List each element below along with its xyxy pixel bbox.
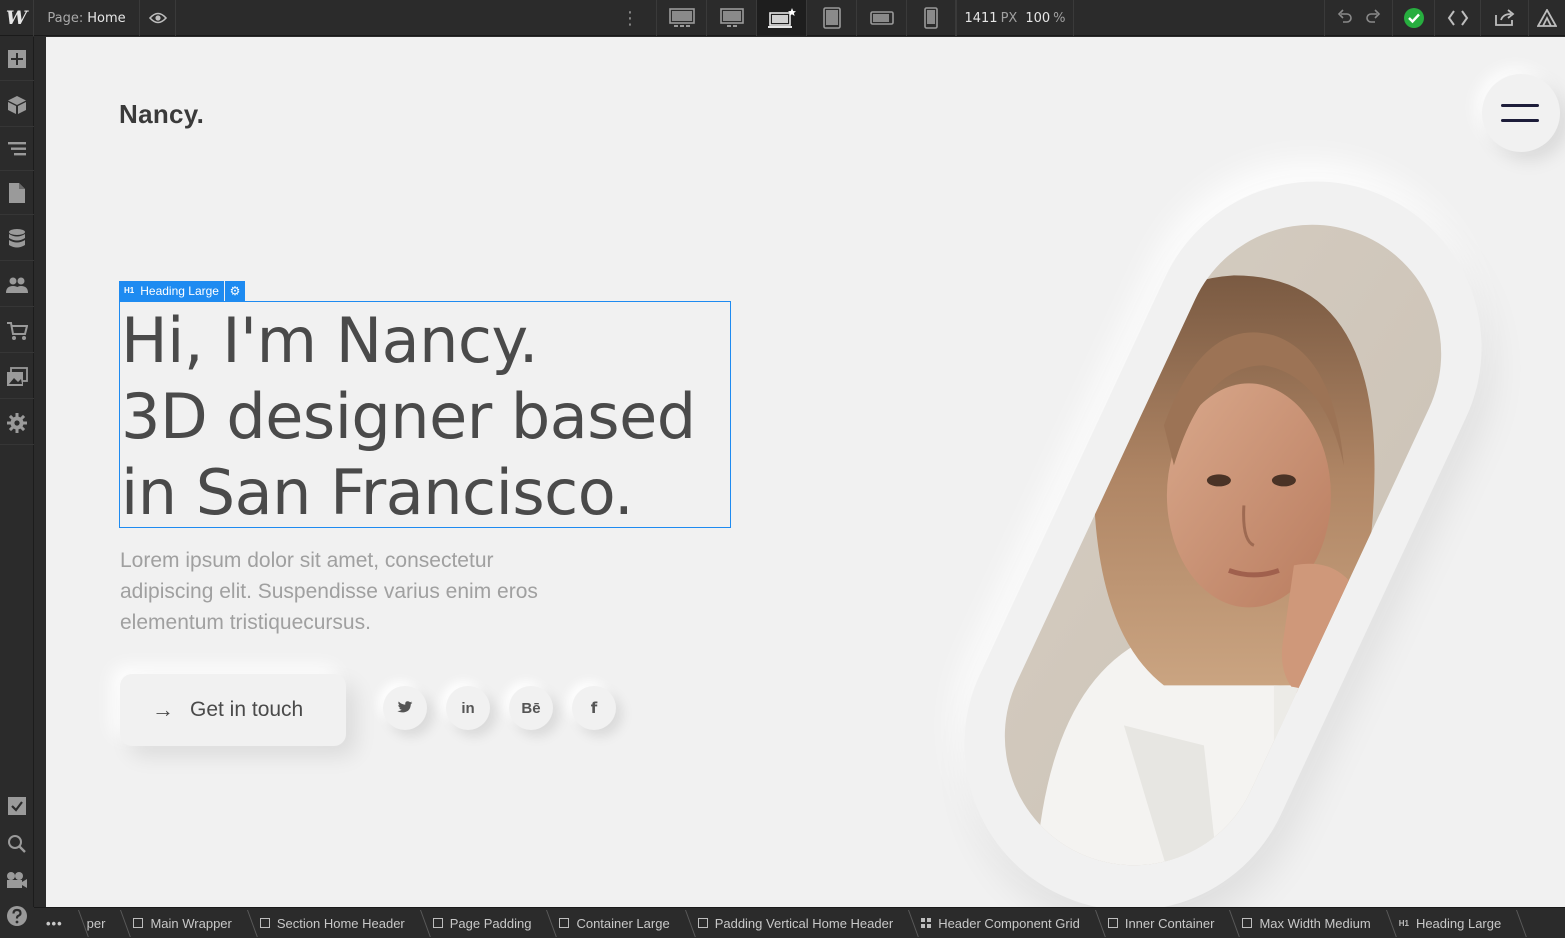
twitter-icon[interactable] <box>383 686 427 730</box>
components-icon[interactable] <box>0 83 34 127</box>
div-block-icon <box>559 918 570 928</box>
div-block-icon <box>432 918 443 928</box>
width-unit: PX <box>1000 10 1018 26</box>
hamburger-menu-button[interactable] <box>1482 74 1560 152</box>
designer-toolbar: W Page: Home ⋮ 1411 PX 100 % <box>0 0 1565 36</box>
width-value: 1411 <box>964 10 998 26</box>
selection-label: H1 Heading Large <box>119 281 224 301</box>
heading-line: in San Francisco. <box>121 456 634 529</box>
breadcrumb-item[interactable]: Header Component Grid <box>909 908 1096 938</box>
heading-line: 3D designer based <box>121 380 696 453</box>
users-icon[interactable] <box>0 263 34 307</box>
breadcrumb-item[interactable]: Main Wrapper <box>121 908 247 938</box>
breadcrumb-more-button[interactable]: ••• <box>34 908 79 938</box>
heading-h1-icon: H1 <box>1398 918 1409 928</box>
arrow-right-icon: → <box>152 697 174 722</box>
facebook-icon[interactable]: f <box>572 686 616 730</box>
breadcrumb-item[interactable]: Container Large <box>547 908 685 938</box>
pages-icon[interactable] <box>0 171 34 215</box>
canvas-gutter <box>34 37 46 907</box>
breadcrumb-item[interactable]: Max Width Medium <box>1230 908 1386 938</box>
design-canvas[interactable]: Nancy. H1 Heading Large ⚙ Hi, I'm Nancy.… <box>46 37 1565 907</box>
menu-line-icon <box>1501 104 1539 107</box>
mobile-landscape-icon[interactable] <box>856 0 906 36</box>
help-icon[interactable] <box>0 897 34 935</box>
page-selector[interactable]: Page: Home <box>34 0 140 36</box>
preview-eye-icon[interactable] <box>140 0 176 36</box>
breadcrumb-item[interactable]: Page Padding <box>421 908 548 938</box>
desktop-base-icon[interactable] <box>756 0 806 36</box>
cta-label: Get in touch <box>190 698 304 721</box>
breadcrumb-item[interactable]: per <box>79 908 122 938</box>
breadcrumb-label: Padding Vertical Home Header <box>714 915 894 931</box>
more-options-icon[interactable]: ⋮ <box>612 0 648 36</box>
element-breadcrumb: ••• per Main Wrapper Section Home Header… <box>34 907 1565 938</box>
desktop-large-icon[interactable] <box>656 0 706 36</box>
selection-class-name: Heading Large <box>140 284 219 298</box>
div-block-icon <box>697 918 708 928</box>
cms-icon[interactable] <box>0 217 34 261</box>
webflow-logo[interactable]: W <box>0 0 34 36</box>
breadcrumb-label: Page Padding <box>449 915 532 931</box>
breadcrumb-label: Container Large <box>576 915 670 931</box>
mobile-portrait-icon[interactable] <box>906 0 956 36</box>
h1-tag: H1 <box>124 286 135 295</box>
breadcrumb-label: Section Home Header <box>276 915 405 931</box>
div-block-icon <box>133 918 144 928</box>
zoom-value: 100 <box>1025 10 1051 26</box>
breadcrumb-label: Inner Container <box>1124 915 1215 931</box>
behance-icon[interactable]: Bē <box>509 686 553 730</box>
undo-redo-group <box>1324 0 1392 36</box>
settings-icon[interactable] <box>0 401 34 445</box>
grid-icon <box>921 918 932 928</box>
breadcrumb-label: Heading Large <box>1415 915 1502 931</box>
designer-mode-icon[interactable] <box>1528 0 1565 36</box>
add-icon[interactable] <box>0 37 34 81</box>
div-block-icon <box>1107 918 1118 928</box>
element-settings-icon[interactable]: ⚙ <box>224 281 245 301</box>
heading-line: Hi, I'm Nancy. <box>121 304 539 377</box>
tablet-icon[interactable] <box>806 0 856 36</box>
page-prefix: Page: <box>47 10 84 26</box>
navigator-icon[interactable] <box>0 127 34 171</box>
breadcrumb-item[interactable]: Inner Container <box>1096 908 1231 938</box>
div-block-icon <box>1242 918 1253 928</box>
video-icon[interactable] <box>0 861 34 899</box>
breadcrumb-label: Max Width Medium <box>1259 915 1371 931</box>
left-toolbar <box>0 37 34 926</box>
code-export-icon[interactable] <box>1434 0 1480 36</box>
redo-icon[interactable] <box>1365 9 1381 27</box>
selection-tag[interactable]: H1 Heading Large ⚙ <box>119 281 245 301</box>
share-icon[interactable] <box>1480 0 1528 36</box>
undo-icon[interactable] <box>1337 9 1353 27</box>
get-in-touch-button[interactable]: → Get in touch <box>120 674 346 746</box>
breadcrumb-label: Header Component Grid <box>938 915 1080 931</box>
linkedin-icon[interactable]: in <box>446 686 490 730</box>
ecommerce-icon[interactable] <box>0 309 34 353</box>
zoom-unit: % <box>1053 10 1066 26</box>
hero-heading[interactable]: Hi, I'm Nancy. 3D designer based in San … <box>121 303 731 531</box>
canvas-size-readout[interactable]: 1411 PX 100 % <box>956 0 1074 36</box>
hero-paragraph[interactable]: Lorem ipsum dolor sit amet, consectetur … <box>120 545 550 638</box>
div-block-icon <box>259 918 270 928</box>
breadcrumb-label: Main Wrapper <box>150 915 232 931</box>
page-name: Home <box>87 10 126 26</box>
site-brand[interactable]: Nancy. <box>119 99 204 130</box>
breadcrumb-label: per <box>86 915 106 931</box>
breadcrumb-item-active[interactable]: H1 Heading Large <box>1387 908 1518 938</box>
publish-status-icon[interactable] <box>1392 0 1434 36</box>
desktop-medium-icon[interactable] <box>706 0 756 36</box>
breadcrumb-item[interactable]: Padding Vertical Home Header <box>686 908 910 938</box>
search-icon[interactable] <box>0 825 34 863</box>
assets-icon[interactable] <box>0 355 34 399</box>
menu-line-icon <box>1501 119 1539 122</box>
breadcrumb-item[interactable]: Section Home Header <box>248 908 421 938</box>
tasks-icon[interactable] <box>0 787 34 825</box>
